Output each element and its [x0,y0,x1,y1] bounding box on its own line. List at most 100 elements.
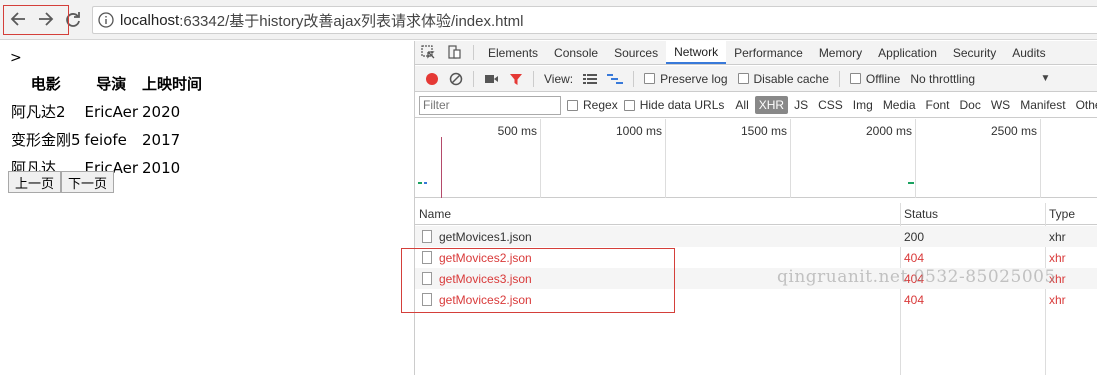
hide-data-urls-checkbox[interactable]: Hide data URLs [623,98,725,112]
record-icon [426,72,438,85]
url-path: :63342/基于history改善ajax列表请求体验/index.html [179,12,524,30]
type-filter-doc[interactable]: Doc [956,96,985,114]
type-filter-css[interactable]: CSS [814,96,847,114]
next-page-button[interactable]: 下一页 [61,171,115,193]
tab-network[interactable]: Network [666,41,727,64]
preserve-log-checkbox[interactable]: Preserve log [644,72,728,86]
clear-button[interactable] [449,72,463,86]
toolbar-separator [473,70,474,87]
waterfall-view-button[interactable] [607,73,624,85]
type-filter-xhr[interactable]: XHR [754,96,789,114]
tab-performance[interactable]: Performance [726,41,811,64]
devtools-panel: Elements Console Sources Network Perform… [414,41,1097,375]
tab-application[interactable]: Application [870,41,945,64]
tab-separator [473,45,474,60]
error-rows-highlight [401,248,675,313]
regex-label: Regex [583,98,618,112]
timeline-tick-label: 1500 ms [740,124,787,138]
type-filter-js[interactable]: JS [790,96,812,114]
disable-cache-checkbox[interactable]: Disable cache [737,72,829,86]
header-director: 导演 [96,75,127,93]
tab-console[interactable]: Console [546,41,606,64]
type-filter-media[interactable]: Media [879,96,920,114]
movie-cell: 阿凡达2 [11,103,66,121]
timeline-tick-label: 2500 ms [990,124,1037,138]
network-filter-bar: Regex Hide data URLs All XHR JS CSS Img … [415,93,1097,118]
request-row[interactable]: getMovices1.json 200 xhr [415,226,1097,247]
header-release: 上映时间 [142,75,203,93]
info-icon[interactable] [98,12,114,28]
resource-type-filters: All XHR JS CSS Img Media Font Doc WS Man… [729,96,1097,114]
hide-data-urls-label: Hide data URLs [639,98,725,112]
table-row: 阿凡达2 EricAer 2020 [10,99,203,125]
throttling-select[interactable]: No throttling ▼ [910,72,1050,86]
toolbar-separator [633,70,635,87]
timeline-tick-label: 2000 ms [865,124,912,138]
checkbox-box[interactable] [623,99,635,111]
column-header-name[interactable]: Name [415,203,900,225]
type-filter-ws[interactable]: WS [987,96,1014,114]
timeline-tick-label: 1000 ms [615,124,662,138]
tab-memory[interactable]: Memory [811,41,870,64]
waterfall-icon [607,73,624,84]
filter-toggle-button[interactable] [509,72,523,86]
watermark: qingruanit.net 0532-85025005 [777,267,1056,287]
timeline-gridline [790,119,791,198]
capture-screenshots-button[interactable] [484,73,499,85]
director-cell: feiofe [84,130,127,149]
checkbox-box[interactable] [567,99,578,111]
network-overview-timeline[interactable]: 500 ms 1000 ms 1500 ms 2000 ms 2500 ms [415,119,1097,198]
nav-buttons-highlight [3,5,69,35]
year-cell: 2020 [142,102,181,121]
request-status: 404 [904,292,925,307]
timeline-gridline [665,119,666,198]
large-rows-button[interactable] [583,73,598,85]
record-button[interactable] [425,72,439,86]
inspect-icon [420,45,435,59]
year-cell: 2017 [142,130,181,149]
movie-cell: 变形金刚5 [11,131,81,149]
checkbox-box[interactable] [849,73,861,84]
request-table-header: Name Status Type [415,203,1097,225]
dropdown-arrow-icon: ▼ [1040,73,1051,84]
type-filter-font[interactable]: Font [922,96,954,114]
url-host: localhost [120,11,180,29]
request-name: getMovices1.json [439,229,532,244]
address-bar[interactable]: localhost:63342/基于history改善ajax列表请求体验/in… [92,6,1097,34]
type-filter-img[interactable]: Img [849,96,877,114]
filter-input[interactable] [419,95,561,115]
request-status: 404 [904,250,925,265]
tab-security[interactable]: Security [945,41,1004,64]
tab-elements[interactable]: Elements [480,41,546,64]
device-toolbar-button[interactable] [441,41,467,64]
column-header-status[interactable]: Status [900,203,1045,225]
toolbar-separator [838,70,840,87]
clear-icon [449,72,463,85]
request-type: xhr [1049,229,1066,244]
tab-audits[interactable]: Audits [1004,41,1053,64]
inspect-element-button[interactable] [415,41,441,64]
devtools-tabbar: Elements Console Sources Network Perform… [415,41,1097,65]
timeline-gridline [1040,119,1041,198]
offline-checkbox[interactable]: Offline [849,71,901,86]
checkbox-box[interactable] [644,73,656,84]
column-header-type[interactable]: Type [1045,203,1097,225]
request-bar [908,182,914,184]
view-label: View: [544,71,574,86]
timeline-gridline [915,119,916,198]
prev-page-button[interactable]: 上一页 [8,171,62,193]
regex-checkbox[interactable]: Regex [567,98,618,112]
funnel-icon [510,73,522,85]
type-filter-manifest[interactable]: Manifest [1016,96,1069,114]
type-filter-all[interactable]: All [731,96,752,114]
list-view-icon [583,73,598,84]
file-icon [422,230,432,243]
movie-table: 电影 导演 上映时间 阿凡达2 EricAer 2020 变形金刚5 feiof… [8,69,205,183]
tab-sources[interactable]: Sources [606,41,666,64]
type-filter-other[interactable]: Other [1072,96,1097,114]
pager: 上一页 下一页 [8,171,115,193]
checkbox-box[interactable] [737,73,749,84]
offline-label: Offline [865,71,901,86]
request-status: 200 [904,229,925,244]
toolbar-separator [533,70,534,87]
